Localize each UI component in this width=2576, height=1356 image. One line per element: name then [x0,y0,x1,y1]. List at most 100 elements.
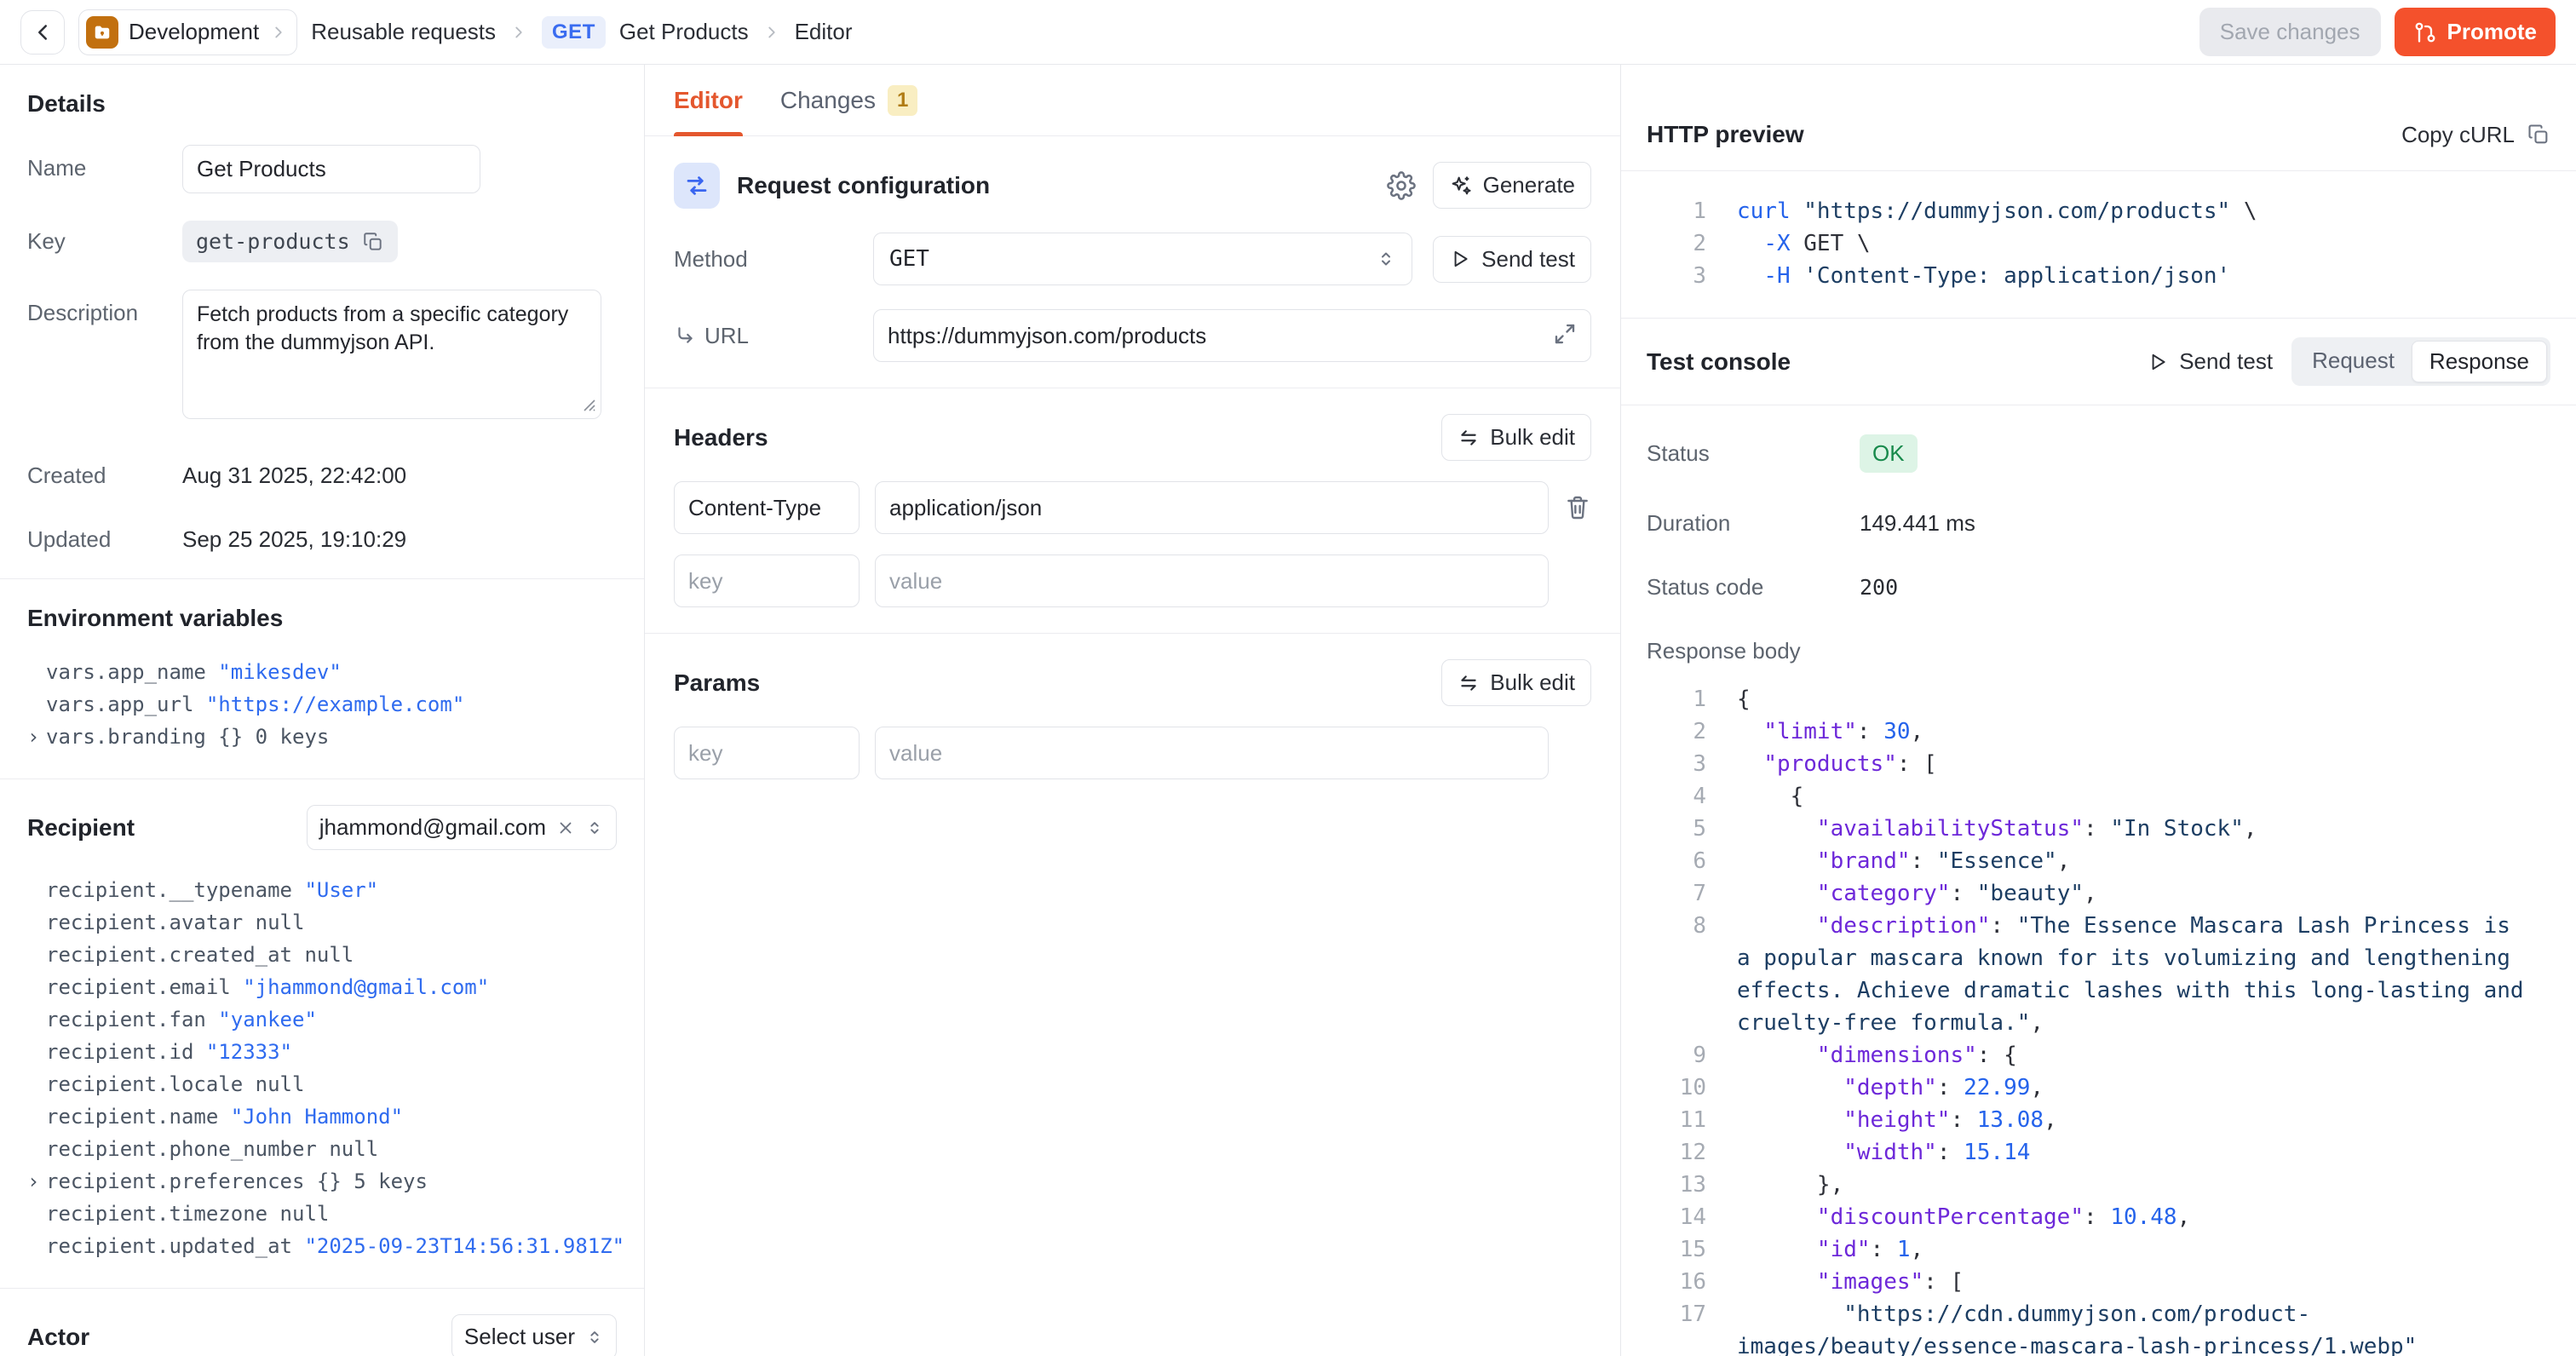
settings-gear-icon[interactable] [1387,171,1416,200]
recipient-variable-row: recipient.locale null [27,1068,617,1100]
key-label: Key [27,228,182,255]
corner-down-right-icon [674,325,696,347]
details-title: Details [27,90,617,118]
delete-header-icon[interactable] [1564,494,1591,521]
code-line: 9 "dimensions": { [1659,1039,2537,1072]
description-field[interactable]: Fetch products from a specific category … [182,290,601,419]
resize-handle-icon[interactable] [579,392,596,418]
header-value-field[interactable] [875,481,1549,534]
expand-chevron-icon[interactable]: › [27,721,39,753]
editor-tab-bar: Editor Changes 1 [645,65,1620,136]
code-content: -X GET \ [1737,227,2537,260]
headers-bulk-edit-button[interactable]: Bulk edit [1441,414,1591,461]
code-content: "limit": 30, [1737,715,2537,748]
new-header-value-field[interactable] [875,554,1549,607]
recipient-variable-row: recipient.fan "yankee" [27,1003,617,1036]
details-section: Details Name Key get-products Descriptio… [0,65,644,579]
tab-editor[interactable]: Editor [674,65,743,135]
code-content: "description": "The Essence Mascara Lash… [1737,910,2537,1039]
generate-button[interactable]: Generate [1433,162,1591,209]
line-number: 13 [1659,1169,1706,1201]
bulk-edit-icon [1458,427,1480,449]
line-number: 15 [1659,1233,1706,1266]
recipient-variable-row: recipient.timezone null [27,1198,617,1230]
test-console-body: Status OK Duration 149.441 ms Status cod… [1621,405,2576,664]
variable-value: "12333" [206,1040,292,1064]
params-bulk-edit-button[interactable]: Bulk edit [1441,659,1591,706]
code-line: 17 "https://cdn.dummyjson.com/product-im… [1659,1298,2537,1356]
code-content: { [1737,683,2537,715]
send-test-button[interactable]: Send test [1433,236,1591,283]
new-param-key-field[interactable] [674,727,860,779]
code-line: 10 "depth": 22.99, [1659,1072,2537,1104]
header-key-field[interactable] [674,481,860,534]
new-header-key-field[interactable] [674,554,860,607]
code-line: 3 "products": [ [1659,748,2537,780]
promote-button[interactable]: Promote [2395,8,2556,56]
expand-icon[interactable] [1552,321,1578,353]
line-number: 12 [1659,1136,1706,1169]
breadcrumb-reusable-requests[interactable]: Reusable requests [311,19,496,45]
console-send-test-button[interactable]: Send test [2147,348,2273,375]
code-line: 3 -H 'Content-Type: application/json' [1659,260,2537,292]
recipient-variable-row: recipient.id "12333" [27,1036,617,1068]
headers-title: Headers [674,424,768,451]
updated-value: Sep 25 2025, 19:10:29 [182,516,406,553]
request-response-toggle: Request Response [2291,337,2550,386]
project-switcher[interactable]: Development [78,9,297,55]
chevron-right-icon [509,23,528,42]
save-changes-button[interactable]: Save changes [2199,8,2381,56]
code-content: "height": 13.08, [1737,1104,2537,1136]
preview-panel: HTTP preview Copy cURL 1curl "https://du… [1621,65,2576,1356]
code-line: 15 "id": 1, [1659,1233,2537,1266]
code-content: curl "https://dummyjson.com/products" \ [1737,195,2537,227]
chevron-left-icon [30,20,55,45]
variable-value: null [256,911,305,934]
line-number: 17 [1659,1298,1706,1356]
response-body-code: 1{2 "limit": 30,3 "products": [4 {5 "ava… [1621,673,2576,1356]
recipient-variable-row: recipient.avatar null [27,906,617,939]
line-number: 2 [1659,227,1706,260]
request-tab[interactable]: Request [2295,341,2412,382]
name-field[interactable] [182,145,480,193]
url-field[interactable] [873,309,1591,362]
tab-changes[interactable]: Changes 1 [780,65,917,135]
variable-key: recipient.email [46,975,243,999]
line-number: 8 [1659,910,1706,1039]
line-number: 10 [1659,1072,1706,1104]
code-content: "id": 1, [1737,1233,2537,1266]
expand-chevron-icon[interactable]: › [27,1165,39,1198]
top-bar: Development Reusable requests GET Get Pr… [0,0,2576,65]
copy-icon[interactable] [362,231,384,253]
created-label: Created [27,452,182,489]
updated-label: Updated [27,516,182,553]
line-number: 7 [1659,877,1706,910]
copy-icon [2527,123,2550,147]
method-select[interactable]: GET [873,233,1412,285]
code-line: 5 "availabilityStatus": "In Stock", [1659,813,2537,845]
folder-icon [86,16,118,49]
variable-key: vars.app_url [46,692,206,716]
clear-icon[interactable] [556,819,575,837]
back-button[interactable] [20,10,65,55]
chevron-up-down-icon [1376,249,1396,269]
variable-key: recipient.id [46,1040,206,1064]
variable-value: "yankee" [218,1008,317,1031]
curl-preview-code: 1curl "https://dummyjson.com/products" \… [1621,171,2576,319]
test-console-title: Test console [1647,348,1791,376]
details-sidebar: Details Name Key get-products Descriptio… [0,65,645,1356]
editor-panel: Editor Changes 1 Request configuration [645,65,1621,1356]
variable-value: null [256,1072,305,1096]
key-chip: get-products [182,221,398,262]
variable-value: null [329,1137,378,1161]
variable-value: "mikesdev" [218,660,342,684]
new-param-value-field[interactable] [875,727,1549,779]
recipient-select[interactable]: jhammond@gmail.com [307,805,617,850]
copy-curl-button[interactable]: Copy cURL [2401,122,2550,148]
variable-key: recipient.__typename [46,878,304,902]
status-badge: OK [1860,434,1918,473]
variable-key: recipient.name [46,1105,231,1129]
response-tab[interactable]: Response [2412,341,2547,382]
actor-select[interactable]: Select user [451,1314,617,1356]
breadcrumb-request-name[interactable]: Get Products [619,19,749,45]
